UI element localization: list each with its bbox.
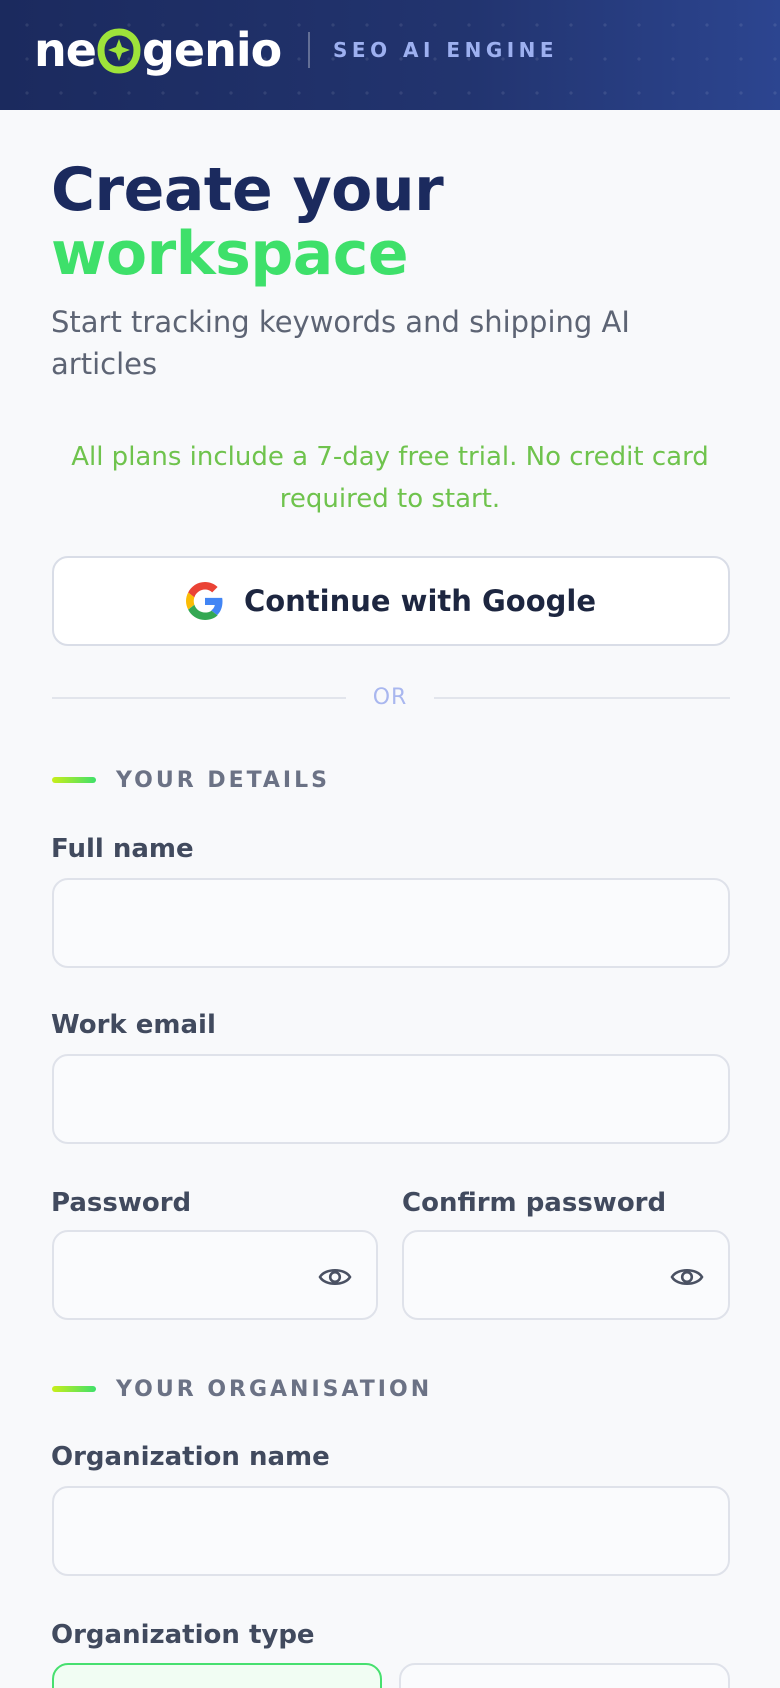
header-separator xyxy=(308,32,310,68)
google-icon xyxy=(185,582,223,620)
section-accent-bar xyxy=(52,777,96,783)
section-heading-organisation: YOUR ORGANISATION xyxy=(52,1374,432,1404)
header-tagline: SEO AI ENGINE xyxy=(333,38,559,62)
organization-type-option-selected[interactable] xyxy=(52,1663,382,1688)
show-password-eye-icon[interactable] xyxy=(318,1264,352,1290)
organization-name-input[interactable] xyxy=(52,1486,730,1576)
section-accent-bar xyxy=(52,1386,96,1392)
page-title-line2: workspace xyxy=(51,219,409,289)
full-name-label: Full name xyxy=(51,834,194,864)
trial-note: All plans include a 7-day free trial. No… xyxy=(71,442,709,514)
work-email-input[interactable] xyxy=(52,1054,730,1144)
show-confirm-password-eye-icon[interactable] xyxy=(670,1264,704,1290)
or-divider: OR xyxy=(52,682,730,714)
app-header: ne genio SEO AI ENGINE xyxy=(0,0,780,110)
page-title: Create your workspace xyxy=(51,158,751,286)
password-label: Password xyxy=(51,1188,192,1218)
work-email-label: Work email xyxy=(51,1010,216,1040)
full-name-input[interactable] xyxy=(52,878,730,968)
section-heading-details: YOUR DETAILS xyxy=(52,765,330,795)
page-subtitle: Start tracking keywords and shipping AI … xyxy=(51,305,630,381)
brand-logo[interactable]: ne genio xyxy=(34,20,282,80)
logo-spark-icon xyxy=(97,28,141,74)
page-title-line1: Create your xyxy=(51,155,444,225)
confirm-password-label: Confirm password xyxy=(402,1188,667,1218)
organization-type-option[interactable] xyxy=(399,1663,730,1688)
or-label: OR xyxy=(346,682,434,714)
continue-with-google-label: Continue with Google xyxy=(243,584,597,618)
continue-with-google-button[interactable]: Continue with Google xyxy=(52,556,730,646)
organization-type-label: Organization type xyxy=(51,1620,315,1650)
organization-name-label: Organization name xyxy=(51,1442,330,1472)
section-heading-organisation-label: YOUR ORGANISATION xyxy=(116,1376,433,1402)
section-heading-details-label: YOUR DETAILS xyxy=(116,767,330,793)
